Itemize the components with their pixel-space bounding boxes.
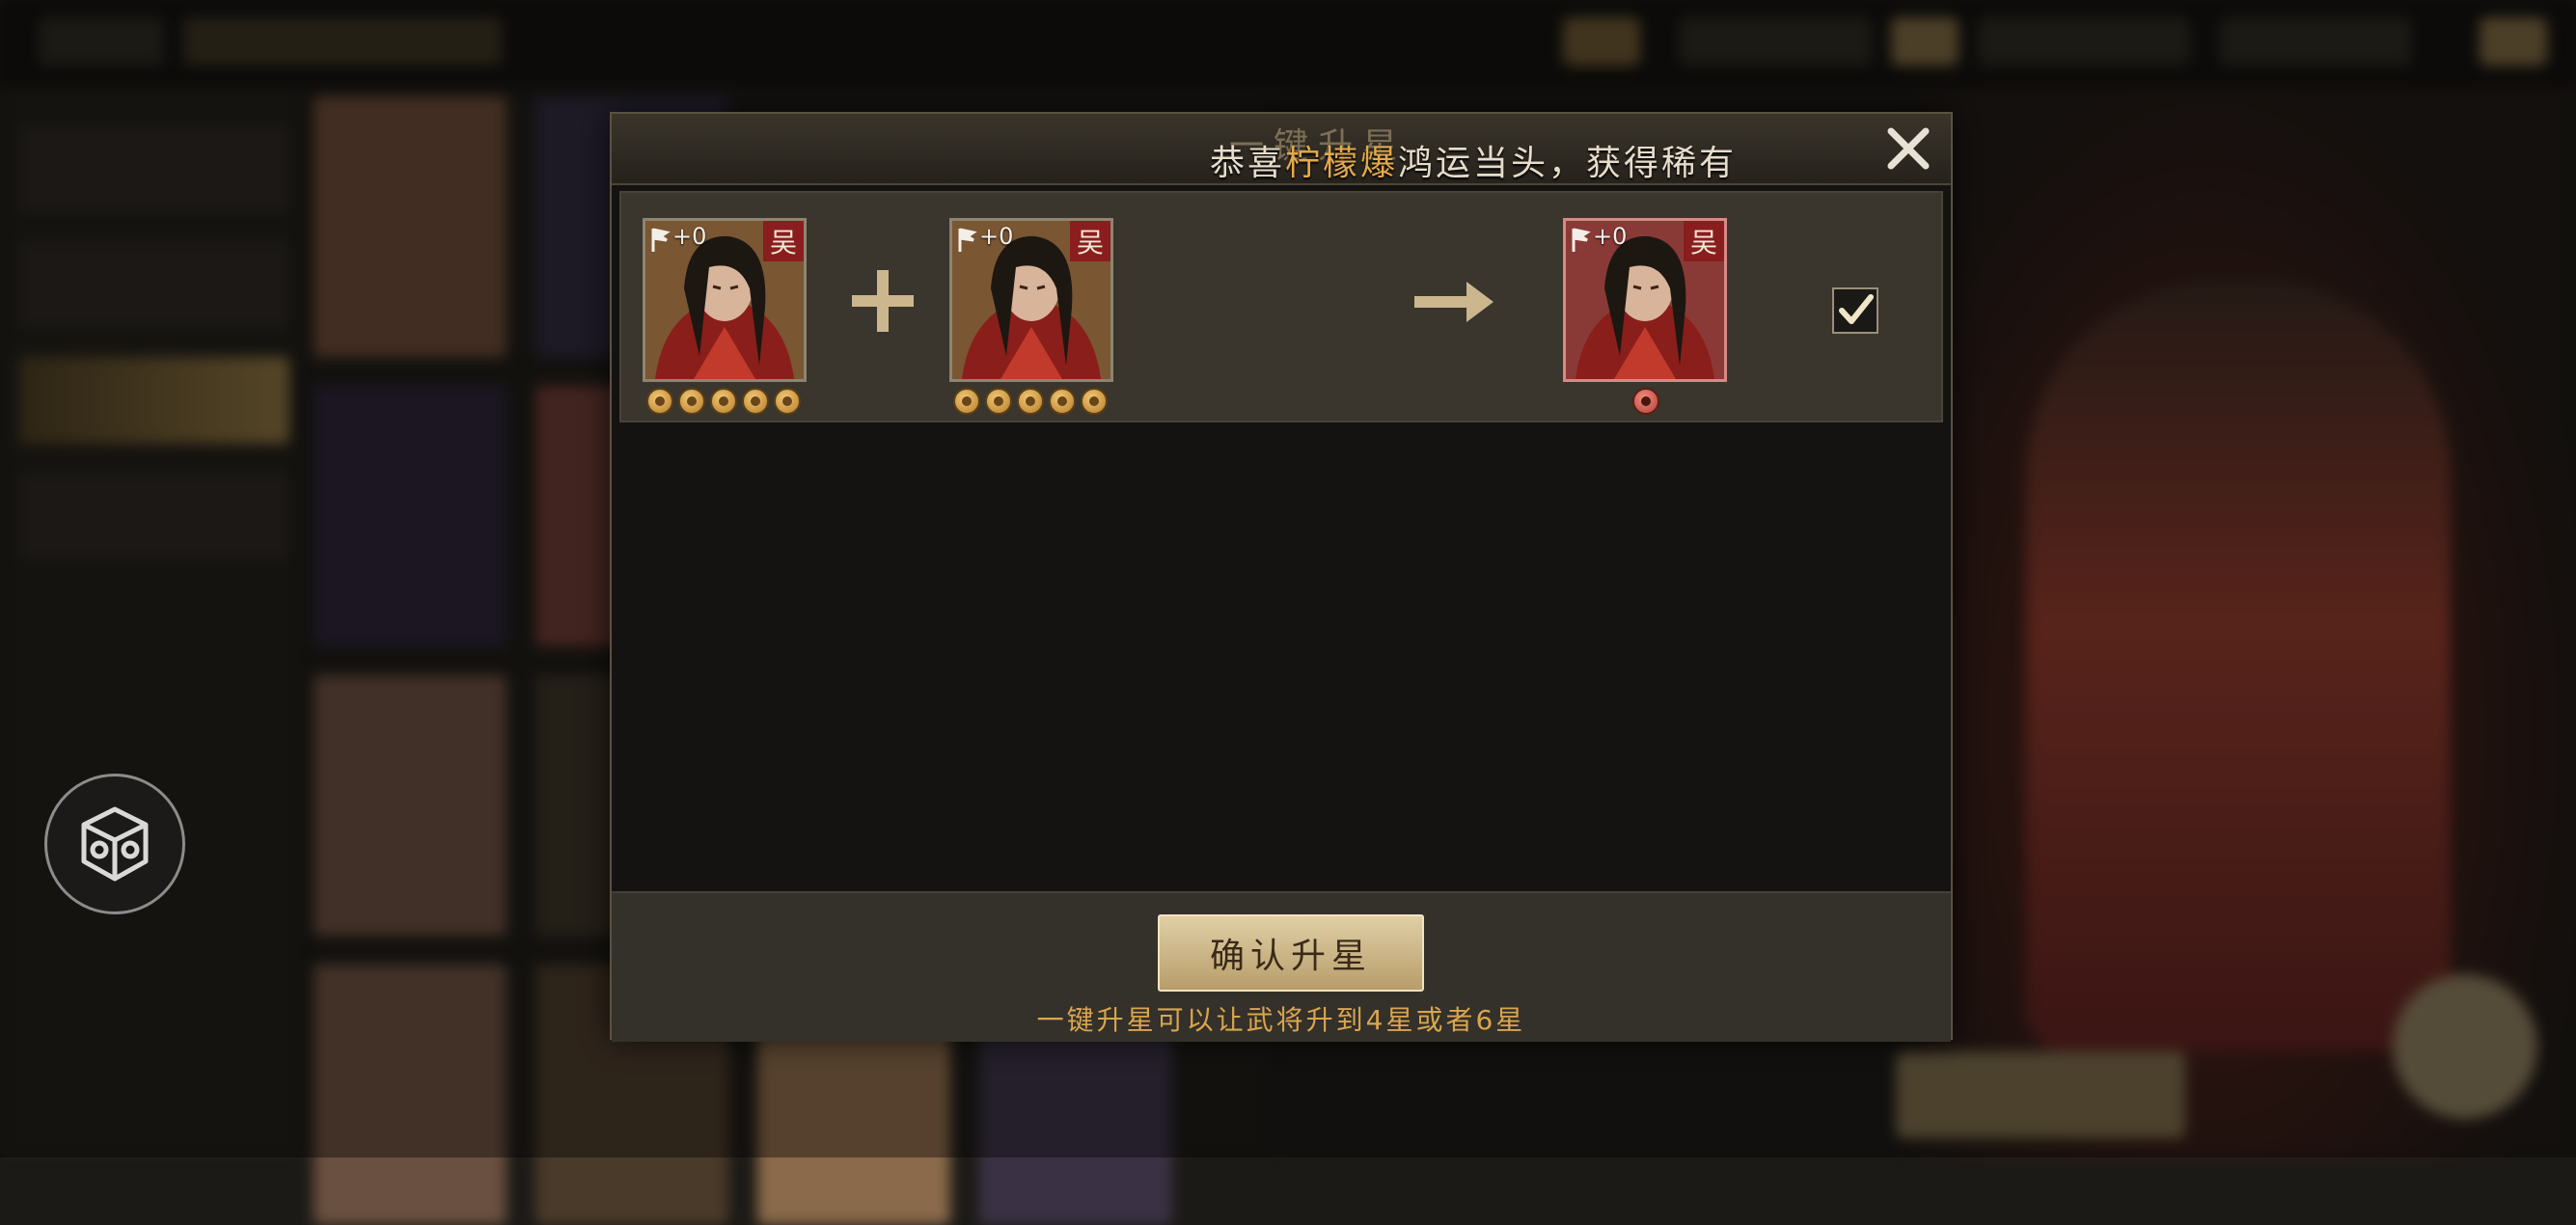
- hero-level: +0: [1593, 223, 1628, 250]
- star-coin-icon: [1081, 388, 1108, 415]
- hero-level: +0: [979, 223, 1014, 250]
- plus-icon: [852, 270, 914, 332]
- star-coin-icon: [742, 388, 769, 415]
- material-2-stars: [953, 388, 1108, 417]
- upgrade-row: +0 吴 +0 吴 +0 吴: [619, 191, 1943, 422]
- marquee-suffix: 鸿运当头，获得稀有: [1398, 144, 1738, 183]
- upgrade-hint-text: 一键升星可以让武将升到4星或者6星: [1036, 1004, 1526, 1036]
- material-1-stars: [646, 388, 801, 417]
- upgrade-star-dialog: 一键升星 恭喜柠檬爆鸿运当头，获得稀有 +0 吴 +0 吴 +0 吴 确认升星 …: [610, 112, 1953, 1042]
- star-coin-icon: [774, 388, 801, 415]
- hero-level: +0: [672, 223, 707, 250]
- material-hero-card-2[interactable]: +0 吴: [949, 218, 1113, 382]
- faction-badge: 吴: [1070, 221, 1110, 261]
- marquee-player-name: 柠檬爆: [1285, 144, 1399, 183]
- close-icon: [1887, 127, 1930, 170]
- arrow-right-icon: [1414, 282, 1494, 322]
- faction-badge: 吴: [1684, 221, 1724, 261]
- star-coin-icon: [1632, 388, 1659, 415]
- result-stars: [1632, 388, 1659, 417]
- star-coin-icon: [985, 388, 1012, 415]
- marquee-prefix: 恭喜: [1210, 144, 1286, 183]
- check-icon: [1839, 294, 1874, 324]
- confirm-upgrade-button[interactable]: 确认升星: [1158, 914, 1424, 992]
- result-hero-card[interactable]: +0 吴: [1563, 218, 1727, 382]
- dialog-header: 一键升星 恭喜柠檬爆鸿运当头，获得稀有: [612, 114, 1951, 185]
- level-flag-icon: [1572, 228, 1591, 252]
- close-button[interactable]: [1883, 123, 1933, 174]
- announcement-marquee: 恭喜柠檬爆鸿运当头，获得稀有: [1210, 135, 1737, 185]
- star-coin-icon: [1017, 388, 1044, 415]
- material-hero-card-1[interactable]: +0 吴: [643, 218, 807, 382]
- star-coin-icon: [1049, 388, 1076, 415]
- star-coin-icon: [646, 388, 673, 415]
- dialog-footer: 确认升星 一键升星可以让武将升到4星或者6星: [612, 891, 1951, 1042]
- level-flag-icon: [651, 228, 671, 252]
- star-coin-icon: [710, 388, 737, 415]
- menu-box-button[interactable]: [44, 774, 185, 914]
- menu-box-icon: [81, 806, 149, 882]
- star-coin-icon: [953, 388, 980, 415]
- level-flag-icon: [958, 228, 977, 252]
- faction-badge: 吴: [763, 221, 804, 261]
- select-checkbox[interactable]: [1832, 287, 1878, 334]
- star-coin-icon: [678, 388, 705, 415]
